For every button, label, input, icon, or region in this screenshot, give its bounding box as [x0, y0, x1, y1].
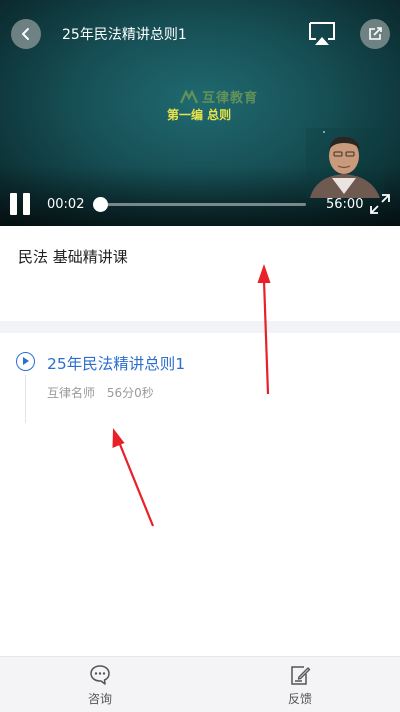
- feedback-label: 反馈: [287, 692, 312, 706]
- play-circle-icon: [16, 352, 35, 371]
- pause-icon-bar: [23, 193, 30, 215]
- current-time: 00:02: [47, 197, 85, 212]
- back-button[interactable]: [11, 19, 41, 49]
- feedback-button[interactable]: 反馈: [240, 657, 360, 712]
- video-player[interactable]: 25年民法精讲总则1 互律教育 第一编 总则 00:02 56:00: [0, 0, 400, 226]
- lesson-duration: 56分0秒: [106, 386, 154, 400]
- presenter-video-figure: [306, 128, 384, 198]
- pause-icon: [10, 193, 17, 215]
- fullscreen-icon[interactable]: [369, 193, 391, 215]
- slide-caption: 第一编 总则: [167, 108, 232, 122]
- pause-button[interactable]: [10, 193, 32, 215]
- brand-logo: 互律教育: [180, 87, 258, 106]
- brand-logo-text: 互律教育: [202, 91, 259, 106]
- edit-note-icon: [291, 666, 311, 685]
- consult-label: 咨询: [87, 692, 112, 706]
- lesson-teacher: 互律名师: [47, 386, 96, 400]
- bottom-bar: 咨询 反馈: [0, 656, 400, 712]
- consult-button[interactable]: 咨询: [40, 657, 160, 712]
- share-button[interactable]: [360, 19, 390, 49]
- video-title: 25年民法精讲总则1: [62, 27, 187, 43]
- screen-cast-icon[interactable]: [306, 20, 338, 48]
- timeline-line: [25, 375, 26, 423]
- total-time: 56:00: [326, 197, 364, 212]
- progress-bar[interactable]: [93, 197, 306, 212]
- section-divider: [0, 321, 400, 333]
- share-icon: [369, 27, 382, 40]
- brand-mark-icon: [180, 89, 198, 103]
- list-item[interactable]: 25年民法精讲总则1 互律名师 56分0秒: [0, 333, 400, 443]
- course-title: 民法 基础精讲课: [18, 248, 128, 266]
- lesson-title: 25年民法精讲总则1: [47, 355, 186, 373]
- lesson-meta: 互律名师 56分0秒: [47, 384, 154, 401]
- back-arrow-icon: [22, 28, 29, 40]
- chat-bubble-icon: [90, 665, 110, 685]
